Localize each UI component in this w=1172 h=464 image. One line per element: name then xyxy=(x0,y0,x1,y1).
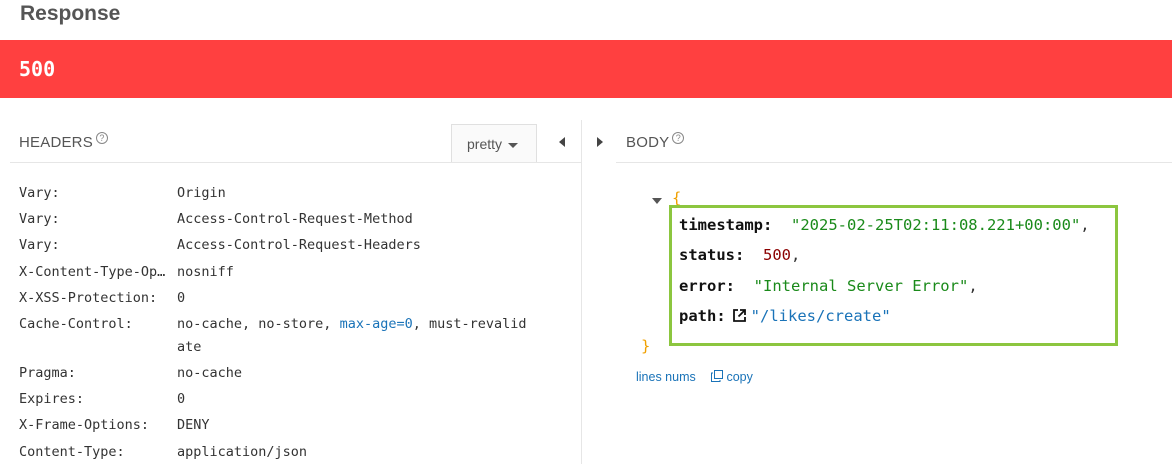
copy-label: copy xyxy=(726,370,753,384)
format-select-value: pretty xyxy=(467,136,503,152)
header-name: X-Frame-Options: xyxy=(19,417,150,433)
json-comma: , xyxy=(968,277,978,295)
json-field-path: path: "/likes/create" xyxy=(679,307,891,327)
header-value-part: , must-revalid xyxy=(412,316,527,332)
json-key: error: xyxy=(679,277,735,295)
panel-splitter[interactable] xyxy=(581,120,582,464)
header-value: DENY xyxy=(177,417,210,433)
headers-label-text: HEADERS xyxy=(19,134,93,151)
json-key: timestamp: xyxy=(679,216,773,234)
expand-right-icon[interactable] xyxy=(597,137,603,147)
json-field-error: error: "Internal Server Error", xyxy=(679,277,978,295)
json-comma: , xyxy=(791,246,801,264)
header-name: Vary: xyxy=(19,185,60,201)
status-bar: 500 xyxy=(0,40,1172,98)
status-code: 500 xyxy=(19,57,56,81)
json-field-timestamp: timestamp: "2025-02-25T02:11:08.221+00:0… xyxy=(679,216,1090,234)
caret-down-icon xyxy=(508,142,519,148)
collapse-left-icon[interactable] xyxy=(559,137,565,147)
header-value: no-cache, no-store, max-age=0, must-reva… xyxy=(177,316,527,332)
body-label: BODY? xyxy=(626,132,685,151)
header-value-part: no-cache, no-store, xyxy=(177,316,340,332)
json-string-value: "2025-02-25T02:11:08.221+00:00" xyxy=(791,216,1081,234)
header-value: Access-Control-Request-Method xyxy=(177,211,413,227)
header-value: nosniff xyxy=(177,264,234,280)
header-value: Access-Control-Request-Headers xyxy=(177,237,421,253)
header-name: Vary: xyxy=(19,211,60,227)
header-value-keyword: max-age=0 xyxy=(339,316,413,332)
json-string-value: "Internal Server Error" xyxy=(753,277,969,295)
json-close-brace: } xyxy=(641,337,651,355)
external-link-icon[interactable] xyxy=(732,308,747,327)
body-label-text: BODY xyxy=(626,134,670,151)
json-link-value[interactable]: "/likes/create" xyxy=(751,307,891,325)
header-value: no-cache xyxy=(177,365,243,381)
header-value: Origin xyxy=(177,185,226,201)
header-name: X-Content-Type-Op… xyxy=(19,264,166,280)
help-icon[interactable]: ? xyxy=(672,132,685,144)
header-value-continued: ate xyxy=(177,339,202,355)
header-value: application/json xyxy=(177,444,308,460)
copy-icon xyxy=(711,370,723,384)
headers-label: HEADERS? xyxy=(19,132,108,151)
json-key: status: xyxy=(679,246,745,264)
header-name: Content-Type: xyxy=(19,444,125,460)
header-value: 0 xyxy=(177,290,186,306)
copy-button[interactable]: copy xyxy=(711,370,753,384)
json-key: path: xyxy=(679,307,726,325)
response-title: Response xyxy=(20,2,121,25)
lines-nums-toggle[interactable]: lines nums xyxy=(636,370,696,384)
header-name: Cache-Control: xyxy=(19,316,133,332)
header-name: Vary: xyxy=(19,237,60,253)
header-value: 0 xyxy=(177,391,186,407)
header-name: Pragma: xyxy=(19,365,76,381)
json-comma: , xyxy=(1080,216,1090,234)
format-select[interactable]: pretty xyxy=(451,124,537,163)
json-field-status: status: 500, xyxy=(679,246,800,264)
help-icon[interactable]: ? xyxy=(95,132,108,144)
body-divider xyxy=(616,162,1172,163)
headers-divider xyxy=(10,162,581,163)
json-number-value: 500 xyxy=(763,246,791,264)
header-name: X-XSS-Protection: xyxy=(19,290,158,306)
collapse-triangle-icon[interactable] xyxy=(652,198,662,204)
header-name: Expires: xyxy=(19,391,85,407)
